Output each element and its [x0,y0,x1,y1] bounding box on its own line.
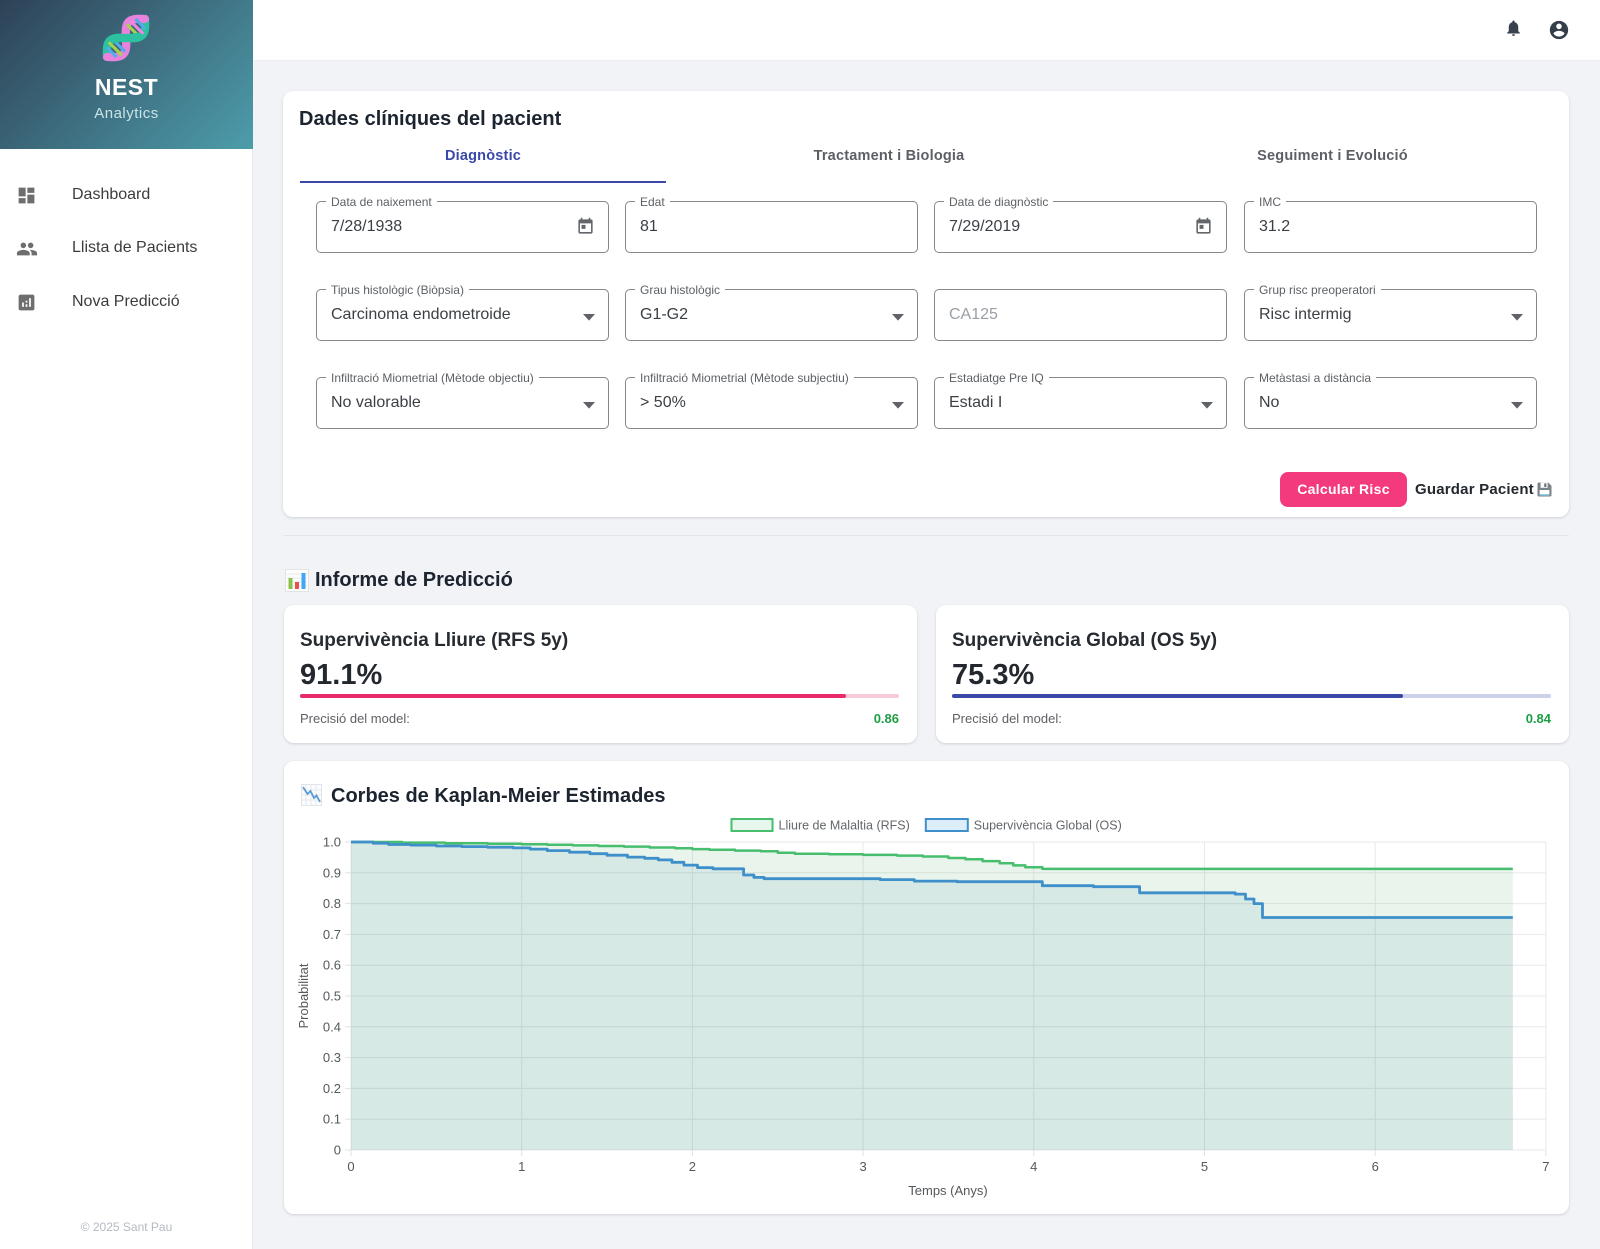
svg-text:4: 4 [1030,1159,1037,1174]
svg-text:0.5: 0.5 [323,989,341,1004]
svg-text:0.1: 0.1 [323,1112,341,1127]
svg-text:Lliure de Malaltia (RFS): Lliure de Malaltia (RFS) [779,819,910,833]
svg-text:1: 1 [518,1159,525,1174]
svg-text:0.4: 0.4 [323,1019,341,1034]
svg-text:0.2: 0.2 [323,1081,341,1096]
svg-text:0.8: 0.8 [323,896,341,911]
svg-text:0: 0 [334,1143,341,1158]
svg-text:Temps (Anys): Temps (Anys) [908,1183,987,1198]
svg-text:0.6: 0.6 [323,958,341,973]
svg-text:1.0: 1.0 [323,835,341,850]
svg-text:0.9: 0.9 [323,865,341,880]
svg-text:6: 6 [1372,1159,1379,1174]
svg-text:3: 3 [859,1159,866,1174]
svg-text:Probabilitat: Probabilitat [296,963,311,1028]
svg-text:2: 2 [689,1159,696,1174]
svg-text:5: 5 [1201,1159,1208,1174]
svg-text:0: 0 [347,1159,354,1174]
svg-text:Supervivència Global (OS): Supervivència Global (OS) [974,819,1122,833]
svg-text:7: 7 [1542,1159,1549,1174]
svg-text:Corbes de Kaplan-Meier Estimad: Corbes de Kaplan-Meier Estimades [331,785,666,807]
svg-text:0.3: 0.3 [323,1050,341,1065]
svg-text:0.7: 0.7 [323,927,341,942]
